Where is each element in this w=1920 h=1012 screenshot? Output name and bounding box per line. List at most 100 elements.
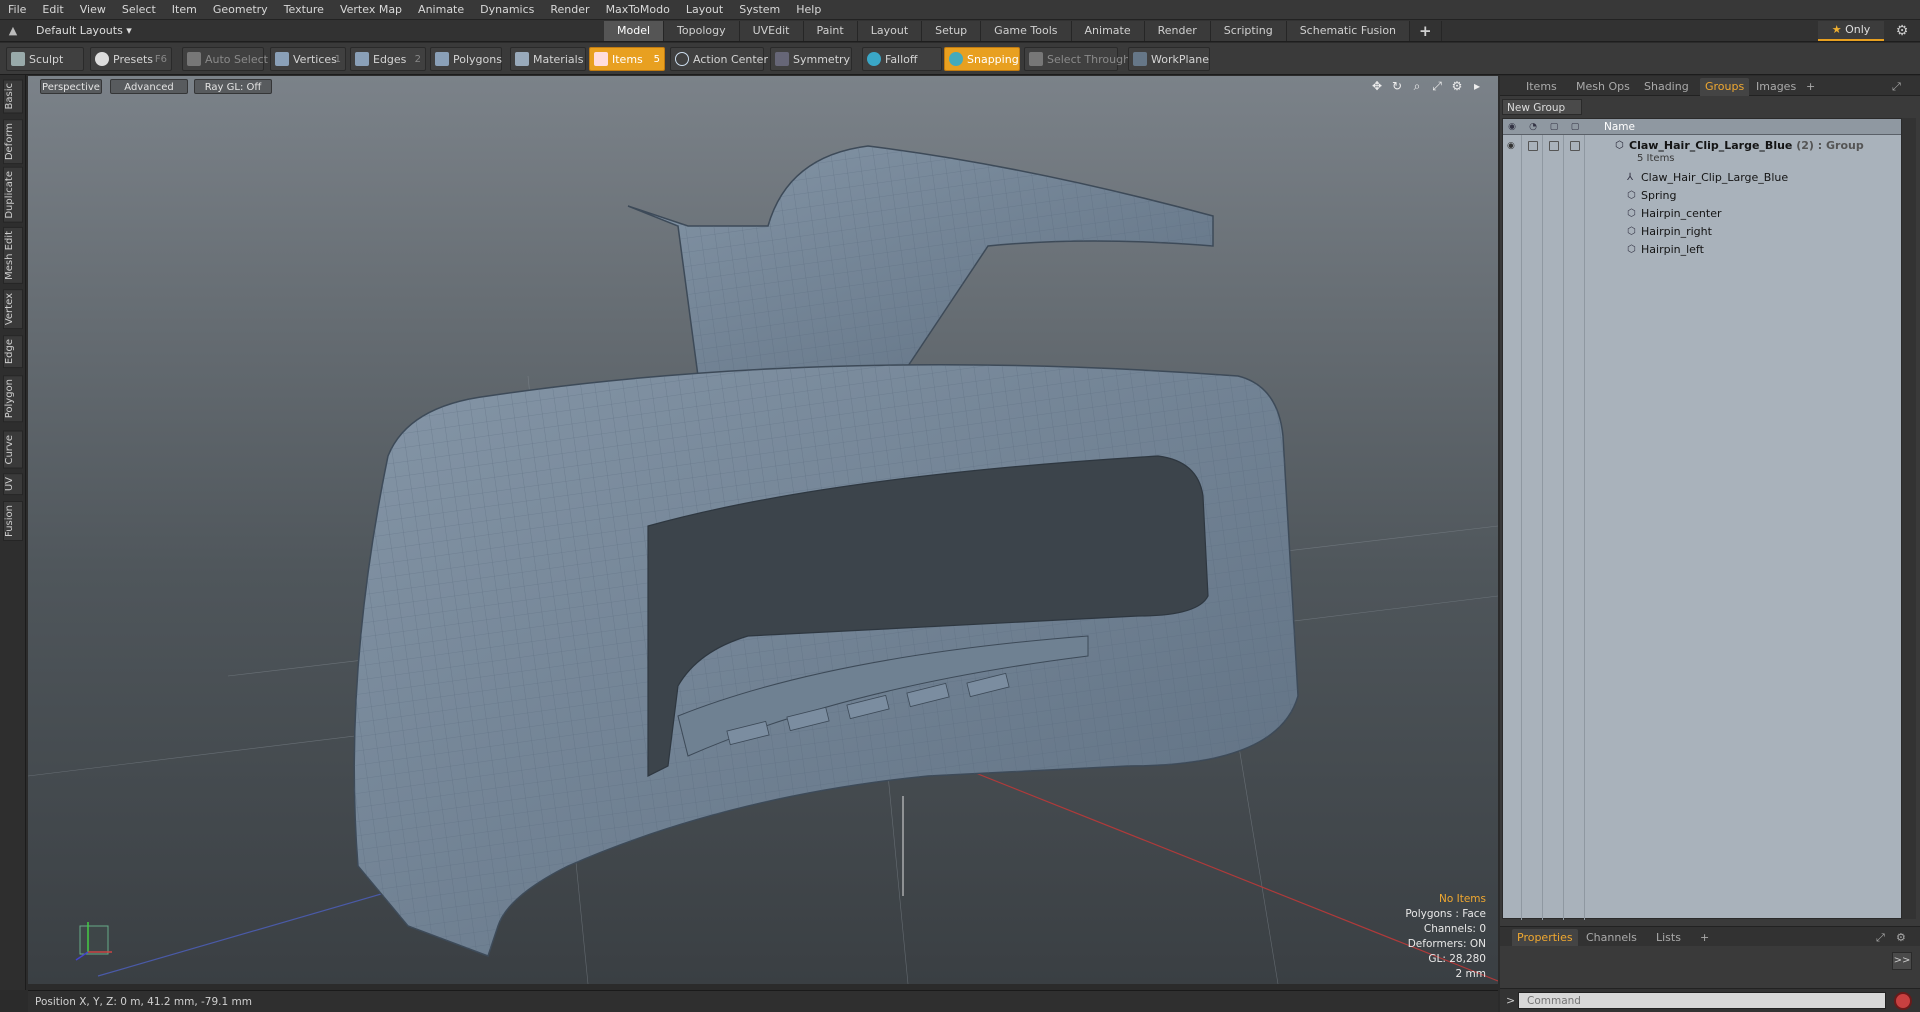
viewport-menu-icon[interactable]: ▸ bbox=[1470, 79, 1484, 93]
tab-channels[interactable]: Channels bbox=[1586, 929, 1637, 947]
gear-icon[interactable]: ⚙ bbox=[1894, 23, 1910, 39]
view-perspective-button[interactable]: Perspective bbox=[40, 79, 102, 94]
list-item[interactable]: ⬡ Hairpin_right bbox=[1503, 223, 1901, 241]
render-col-icon[interactable]: ▢ bbox=[1569, 121, 1581, 133]
expand-button[interactable]: >> bbox=[1892, 952, 1912, 970]
menu-animate[interactable]: Animate bbox=[410, 0, 472, 20]
tab-setup[interactable]: Setup bbox=[922, 21, 982, 41]
auto-select-button[interactable]: Auto Select bbox=[182, 47, 268, 71]
select-toggle[interactable] bbox=[1549, 141, 1559, 151]
viewport-gear-icon[interactable]: ⚙ bbox=[1450, 79, 1464, 93]
list-item[interactable]: ⬡ Hairpin_left bbox=[1503, 241, 1901, 259]
lock-col-icon[interactable]: ◔ bbox=[1527, 121, 1539, 133]
menu-select[interactable]: Select bbox=[114, 0, 164, 20]
eye-icon[interactable]: ◉ bbox=[1507, 141, 1517, 151]
menu-file[interactable]: File bbox=[0, 0, 34, 20]
layout-selector[interactable]: Default Layouts ▾ bbox=[36, 20, 132, 42]
zoom-icon[interactable]: ⌕ bbox=[1410, 79, 1424, 93]
tab-edge[interactable]: Edge bbox=[3, 335, 23, 369]
add-tab-button[interactable]: + bbox=[1410, 21, 1442, 41]
tab-animate[interactable]: Animate bbox=[1071, 21, 1145, 41]
tab-images[interactable]: Images bbox=[1756, 78, 1796, 96]
3d-viewport[interactable]: Perspective Advanced Ray GL: Off ✥ ↻ ⌕ ⤢… bbox=[28, 76, 1498, 984]
tab-curve[interactable]: Curve bbox=[3, 431, 23, 469]
tab-layout[interactable]: Layout bbox=[857, 21, 923, 41]
menu-maxtomodo[interactable]: MaxToModo bbox=[598, 0, 678, 20]
raygl-button[interactable]: Ray GL: Off bbox=[194, 79, 272, 94]
properties-gear-icon[interactable]: ⚙ bbox=[1896, 929, 1906, 947]
tab-shading[interactable]: Shading bbox=[1644, 78, 1689, 96]
command-input[interactable] bbox=[1518, 992, 1886, 1009]
column-name[interactable]: Name bbox=[1604, 119, 1635, 135]
tab-items[interactable]: Items bbox=[1526, 78, 1557, 96]
tab-deform[interactable]: Deform bbox=[3, 119, 23, 165]
fit-icon[interactable]: ⤢ bbox=[1430, 79, 1444, 93]
sculpt-button[interactable]: Sculpt bbox=[6, 47, 84, 71]
tab-fusion[interactable]: Fusion bbox=[3, 501, 23, 541]
viewport-hud: No Items Polygons : Face Channels: 0 Def… bbox=[1405, 892, 1486, 982]
expand-panel-icon[interactable]: ⤢ bbox=[1892, 78, 1901, 96]
tab-paint[interactable]: Paint bbox=[803, 21, 858, 41]
tab-game-tools[interactable]: Game Tools bbox=[981, 21, 1072, 41]
polygons-button[interactable]: Polygons bbox=[430, 47, 502, 71]
tree-group-row[interactable]: ◉ ⬡ Claw_Hair_Clip_Large_Blue (2) : Grou… bbox=[1503, 137, 1901, 167]
only-button[interactable]: ★ Only bbox=[1818, 21, 1884, 41]
menu-render[interactable]: Render bbox=[542, 0, 597, 20]
menu-layout[interactable]: Layout bbox=[678, 0, 731, 20]
record-button[interactable] bbox=[1894, 992, 1912, 1010]
tab-schematic-fusion[interactable]: Schematic Fusion bbox=[1286, 21, 1411, 41]
snapping-button[interactable]: Snapping bbox=[944, 47, 1020, 71]
workplane-icon bbox=[1133, 52, 1147, 66]
menu-help[interactable]: Help bbox=[788, 0, 829, 20]
render-toggle[interactable] bbox=[1570, 141, 1580, 151]
symmetry-button[interactable]: Symmetry bbox=[770, 47, 852, 71]
edges-button[interactable]: Edges 2 bbox=[350, 47, 426, 71]
tree-scrollbar[interactable] bbox=[1902, 118, 1916, 919]
tab-topology[interactable]: Topology bbox=[664, 21, 740, 41]
tab-vertex[interactable]: Vertex bbox=[3, 289, 23, 330]
tab-mesh-edit[interactable]: Mesh Edit bbox=[3, 227, 23, 284]
menu-system[interactable]: System bbox=[731, 0, 788, 20]
tab-scripting[interactable]: Scripting bbox=[1210, 21, 1287, 41]
collapse-icon[interactable]: ▲ bbox=[6, 24, 20, 38]
presets-button[interactable]: Presets F6 bbox=[90, 47, 172, 71]
tab-render[interactable]: Render bbox=[1144, 21, 1211, 41]
select-col-icon[interactable]: ▢ bbox=[1548, 121, 1560, 133]
new-group-button[interactable]: New Group bbox=[1502, 99, 1582, 115]
list-item[interactable]: ⬡ Spring bbox=[1503, 187, 1901, 205]
tab-model[interactable]: Model bbox=[604, 21, 665, 41]
add-bottom-tab[interactable]: + bbox=[1700, 929, 1709, 947]
menu-view[interactable]: View bbox=[72, 0, 114, 20]
tab-lists[interactable]: Lists bbox=[1656, 929, 1681, 947]
vertices-button[interactable]: Vertices 1 bbox=[270, 47, 346, 71]
items-button[interactable]: Items 5 bbox=[589, 47, 665, 71]
tab-properties[interactable]: Properties bbox=[1512, 929, 1578, 947]
workplane-button[interactable]: WorkPlane bbox=[1128, 47, 1210, 71]
tab-uvedit[interactable]: UVEdit bbox=[739, 21, 804, 41]
menu-item[interactable]: Item bbox=[164, 0, 205, 20]
view-mode-button[interactable]: Advanced bbox=[110, 79, 188, 94]
materials-button[interactable]: Materials bbox=[510, 47, 586, 71]
tab-uv[interactable]: UV bbox=[3, 473, 23, 496]
tab-basic[interactable]: Basic bbox=[3, 79, 23, 114]
visibility-col-icon[interactable]: ◉ bbox=[1506, 121, 1518, 133]
tab-groups[interactable]: Groups bbox=[1700, 78, 1750, 96]
list-item[interactable]: ⅄ Claw_Hair_Clip_Large_Blue bbox=[1503, 169, 1901, 187]
tab-duplicate[interactable]: Duplicate bbox=[3, 167, 23, 223]
rotate-icon[interactable]: ↻ bbox=[1390, 79, 1404, 93]
tab-mesh-ops[interactable]: Mesh Ops bbox=[1576, 78, 1630, 96]
tab-polygon[interactable]: Polygon bbox=[3, 375, 23, 423]
falloff-button[interactable]: Falloff bbox=[862, 47, 942, 71]
pan-icon[interactable]: ✥ bbox=[1370, 79, 1384, 93]
lock-toggle[interactable] bbox=[1528, 141, 1538, 151]
menu-dynamics[interactable]: Dynamics bbox=[472, 0, 542, 20]
add-panel-tab[interactable]: + bbox=[1806, 78, 1815, 96]
list-item[interactable]: ⬡ Hairpin_center bbox=[1503, 205, 1901, 223]
menu-geometry[interactable]: Geometry bbox=[205, 0, 276, 20]
menu-edit[interactable]: Edit bbox=[34, 0, 71, 20]
action-center-button[interactable]: Action Center bbox=[670, 47, 768, 71]
expand-properties-icon[interactable]: ⤢ bbox=[1876, 929, 1885, 947]
menu-vertex-map[interactable]: Vertex Map bbox=[332, 0, 410, 20]
select-through-button[interactable]: Select Through bbox=[1024, 47, 1130, 71]
menu-texture[interactable]: Texture bbox=[276, 0, 332, 20]
